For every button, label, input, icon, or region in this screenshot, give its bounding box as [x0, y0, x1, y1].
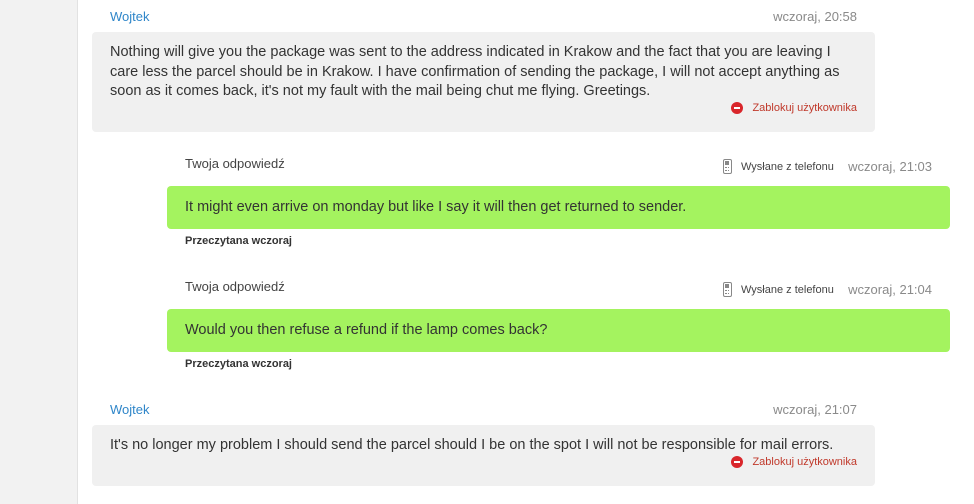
block-icon: [731, 456, 744, 469]
sent-from-label: Wysłane z telefonu: [741, 160, 834, 173]
phone-icon: [723, 282, 732, 297]
message-bubble: It might even arrive on monday but like …: [167, 186, 950, 229]
reply-label: Twoja odpowiedź: [185, 279, 285, 294]
sent-from-phone: Wysłane z telefonu: [723, 282, 834, 297]
sender-name[interactable]: Wojtek: [110, 9, 150, 24]
message-time: wczoraj, 21:03: [848, 159, 932, 174]
sent-from-label: Wysłane z telefonu: [741, 283, 834, 296]
message-bubble: Nothing will give you the package was se…: [92, 32, 875, 132]
block-user-link[interactable]: Zablokuj użytkownika: [731, 99, 857, 119]
sent-from-phone: Wysłane z telefonu: [723, 159, 834, 174]
block-user-label: Zablokuj użytkownika: [752, 455, 857, 468]
phone-icon: [723, 159, 732, 174]
block-icon: [731, 102, 744, 115]
message-bubble: Would you then refuse a refund if the la…: [167, 309, 950, 352]
message-text: Nothing will give you the package was se…: [110, 44, 840, 99]
reply-label: Twoja odpowiedź: [185, 156, 285, 171]
block-user-link[interactable]: Zablokuj użytkownika: [731, 453, 857, 473]
message-time: wczoraj, 21:07: [773, 402, 857, 417]
read-status: Przeczytana wczoraj: [185, 358, 292, 370]
block-user-label: Zablokuj użytkownika: [752, 101, 857, 114]
message-time: wczoraj, 20:58: [773, 9, 857, 24]
sender-name[interactable]: Wojtek: [110, 402, 150, 417]
message-time: wczoraj, 21:04: [848, 282, 932, 297]
read-status: Przeczytana wczoraj: [185, 235, 292, 247]
message-bubble: It's no longer my problem I should send …: [92, 425, 875, 486]
